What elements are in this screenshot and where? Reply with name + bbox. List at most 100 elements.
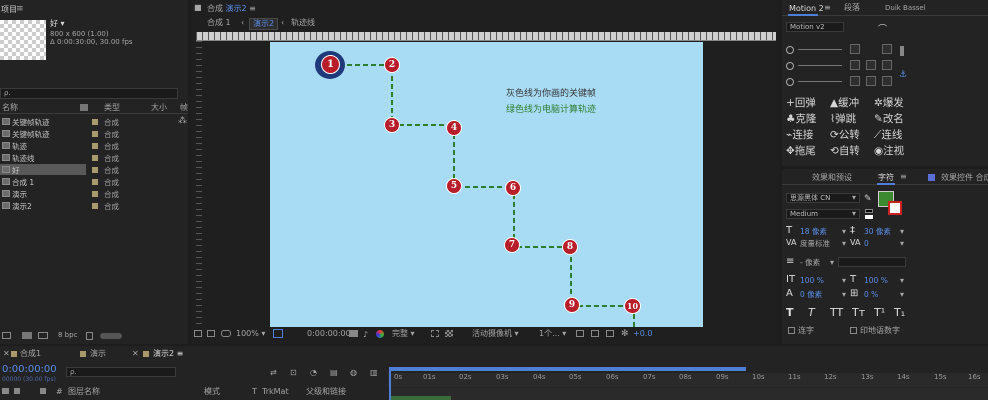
breadcrumb-item-active[interactable]: 演示2	[249, 18, 279, 30]
stroke-type-dropdown[interactable]	[838, 257, 906, 267]
anchor-btn[interactable]	[866, 76, 876, 86]
col-size[interactable]: 大小	[151, 104, 167, 112]
layer-bar[interactable]	[391, 396, 451, 400]
3d-icon[interactable]	[591, 330, 599, 337]
flowchart-icon[interactable]: ⁂	[178, 116, 187, 126]
label-color-swatch[interactable]	[92, 167, 98, 173]
eyedropper-icon[interactable]: ✎	[864, 194, 872, 204]
tab-comp1[interactable]: 合成1	[20, 350, 41, 358]
slider-2[interactable]	[786, 61, 844, 71]
tab-motion2[interactable]: Motion 2	[789, 5, 824, 13]
work-area-bar[interactable]	[390, 367, 746, 371]
keyframe-1-marker[interactable]: 1	[321, 55, 340, 74]
bounce-button[interactable]: ⌇弹跳	[830, 111, 856, 126]
motion-blur-icon[interactable]: ◍	[350, 368, 357, 377]
resolution-dropdown[interactable]: 完整 ▾	[392, 330, 415, 338]
pin-icon[interactable]	[900, 46, 904, 56]
ligature-checkbox[interactable]	[788, 327, 795, 334]
list-item[interactable]: 关键帧轨迹 合成	[0, 116, 178, 127]
keyframe-10[interactable]: 10	[624, 298, 641, 314]
label-color-swatch[interactable]	[92, 179, 98, 185]
delete-icon[interactable]	[86, 332, 93, 340]
anchor-btn[interactable]	[866, 60, 876, 70]
font-family-dropdown[interactable]: 思源黑体 CN	[786, 193, 860, 203]
list-item[interactable]: 关键帧轨迹 合成	[0, 128, 178, 139]
hindi-digits-checkbox[interactable]	[850, 327, 857, 334]
frame-blend-icon[interactable]: ▤	[330, 368, 338, 377]
anchor-icon[interactable]: ⚓	[899, 70, 907, 80]
draft-3d-icon[interactable]: ⊡	[290, 368, 297, 377]
baseline-value[interactable]: 0 像素	[800, 291, 822, 299]
burst-button[interactable]: ✲爆发	[874, 95, 904, 110]
leading-value[interactable]: 30 像素	[864, 228, 891, 236]
faux-italic-button[interactable]: T	[808, 307, 815, 318]
tab-effect-controls[interactable]: 效果控件 合成	[941, 174, 988, 182]
list-item[interactable]: 合成 1 合成	[0, 176, 178, 187]
anchor-btn[interactable]	[882, 60, 892, 70]
swap-black-icon[interactable]	[865, 209, 873, 213]
timeline-search-input[interactable]: ρ.	[66, 367, 176, 377]
keyframe-9[interactable]: 9	[564, 297, 580, 313]
font-style-dropdown[interactable]: Medium	[786, 209, 860, 219]
new-folder-icon[interactable]	[22, 332, 32, 339]
rename-button[interactable]: ✎改名	[874, 111, 904, 126]
keyframe-4[interactable]: 4	[446, 120, 462, 136]
vertical-scale-value[interactable]: 100 %	[800, 277, 824, 285]
look-at-button[interactable]: ◉注视	[874, 143, 904, 158]
anchor-btn[interactable]	[882, 76, 892, 86]
camera-dropdown[interactable]: 活动摄像机 ▾	[472, 330, 519, 338]
font-size-value[interactable]: 18 像素	[800, 228, 827, 236]
col-type[interactable]: 类型	[104, 104, 120, 112]
layout-icon[interactable]	[576, 330, 584, 337]
spin-button[interactable]: ⟲自转	[830, 143, 860, 158]
slider-1[interactable]	[786, 45, 844, 55]
keyframe-6[interactable]: 6	[505, 180, 521, 196]
small-caps-button[interactable]: Tт	[852, 307, 865, 318]
col-name[interactable]: 名称	[2, 104, 18, 112]
exposure-value[interactable]: +0.0	[633, 330, 652, 338]
orbit-button[interactable]: ⟳公转	[830, 127, 860, 142]
time-ruler[interactable]: 0s 01s 02s 03s 04s 05s 06s 07s 08s 09s 1…	[388, 373, 988, 387]
keyframe-5[interactable]: 5	[446, 178, 462, 194]
tracking-value[interactable]: 0	[864, 240, 869, 248]
tab-duik[interactable]: Duik Bassel	[885, 5, 926, 12]
faux-bold-button[interactable]: T	[786, 307, 794, 318]
tab-paragraph[interactable]: 段落	[844, 4, 860, 12]
col-mode[interactable]: 模式	[204, 388, 220, 396]
comp-tab[interactable]: ■ 合成 演示2 ≡	[191, 3, 491, 15]
label-color-swatch[interactable]	[92, 155, 98, 161]
stroke-color-swatch[interactable]	[888, 201, 902, 215]
keyframe-3[interactable]: 3	[384, 117, 400, 133]
preview-icon[interactable]	[207, 330, 215, 337]
stroke-width-value[interactable]: - 像素	[800, 259, 820, 267]
list-item[interactable]: 演示2 合成	[0, 200, 178, 211]
tab-effects-presets[interactable]: 效果和预设	[812, 174, 852, 182]
label-color-swatch[interactable]	[92, 203, 98, 209]
list-item[interactable]: 轨迹线 合成	[0, 152, 178, 163]
label-color-swatch[interactable]	[92, 119, 98, 125]
kerning-value[interactable]: 度量标准	[800, 240, 830, 248]
trail-button[interactable]: ✥拖尾	[786, 143, 816, 158]
horizontal-scale-value[interactable]: 100 %	[864, 277, 888, 285]
current-time[interactable]: 0:00:00:00	[307, 330, 351, 338]
shy-icon[interactable]: ◔	[310, 368, 317, 377]
exposure-icon[interactable]: ✻	[621, 329, 629, 339]
tab-demo2-active[interactable]: 演示2 ≡	[153, 350, 183, 358]
label-color-swatch[interactable]	[92, 191, 98, 197]
graph-editor-icon[interactable]: ▥	[370, 368, 378, 377]
views-dropdown[interactable]: 1个... ▾	[539, 330, 566, 338]
project-search-input[interactable]: ρ.	[0, 88, 178, 99]
col-t[interactable]: T	[252, 388, 257, 396]
vr-icon[interactable]	[221, 330, 231, 337]
rebound-button[interactable]: +回弹	[786, 95, 816, 110]
list-item[interactable]: 演示 合成	[0, 188, 178, 199]
connect-button[interactable]: ⌁连接	[786, 127, 813, 142]
bpc-label[interactable]: 8 bpc	[58, 332, 77, 339]
clone-button[interactable]: ♣克隆	[786, 111, 816, 126]
tab-character[interactable]: 字符	[878, 174, 894, 182]
list-item[interactable]: 轨迹 合成	[0, 140, 178, 151]
tab-demo[interactable]: 演示	[90, 350, 106, 358]
flowchart-icon[interactable]	[606, 330, 614, 337]
col-layer-name[interactable]: 图层名称	[68, 388, 100, 396]
comp-canvas[interactable]: 1 2 3 4 5 6 7 8 9 10 灰色线为你画的关键帧 绿色线为电脑计算…	[270, 42, 703, 327]
